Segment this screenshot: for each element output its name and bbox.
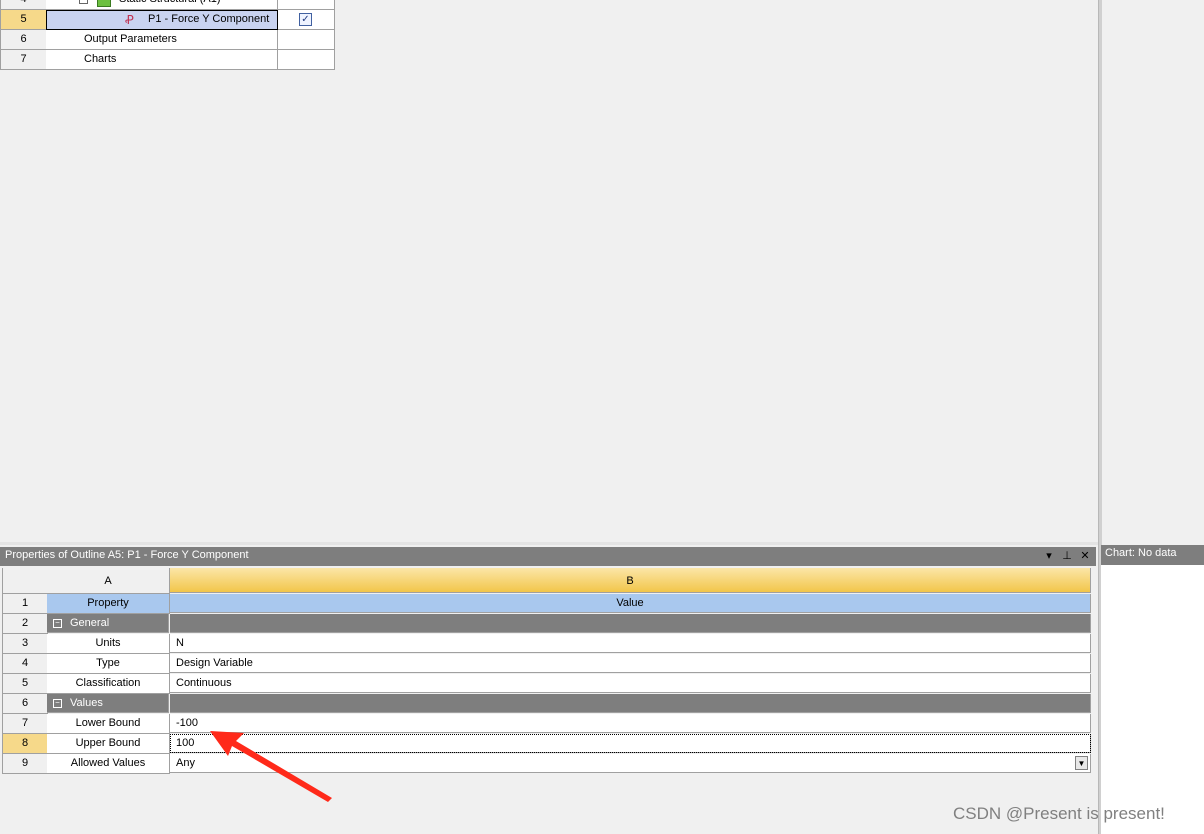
row-number: 4	[2, 654, 48, 674]
checkbox-checked[interactable]: ✓	[299, 13, 312, 26]
table-row: 5 Classification Continuous	[2, 674, 1092, 694]
row-number: 5	[2, 674, 48, 694]
row-number: 2	[2, 614, 48, 634]
outline-item-label: P1 - Force Y Component	[148, 13, 270, 25]
outline-cell: − Static Structural (A1)	[46, 0, 278, 10]
outline-check-cell	[278, 30, 335, 50]
property-name: Allowed Values	[47, 754, 170, 774]
property-name: Type	[47, 654, 170, 674]
watermark: CSDN @Present is present!	[953, 804, 1165, 823]
chart-panel-title: Chart: No data	[1101, 545, 1204, 565]
row-number: 5	[0, 10, 47, 30]
row-number: 7	[0, 50, 47, 70]
properties-panel-header: Properties of Outline A5: P1 - Force Y C…	[0, 547, 1096, 566]
property-name: Upper Bound	[47, 734, 170, 754]
chart-panel	[1101, 565, 1204, 834]
corner-cell	[2, 568, 48, 594]
table-row: 3 Units N	[2, 634, 1092, 654]
group-row-general[interactable]: 2 − General	[2, 614, 1092, 634]
row-number: 9	[2, 754, 48, 774]
outline-row-charts[interactable]: 7 Charts	[0, 50, 335, 70]
row-number: 4	[0, 0, 47, 10]
outline-check-cell: ✓	[278, 10, 335, 30]
property-name: Units	[47, 634, 170, 654]
property-name: Lower Bound	[47, 714, 170, 734]
collapse-icon[interactable]: −	[53, 619, 62, 628]
table-row: 8 Upper Bound 100	[2, 734, 1092, 754]
outline-cell: Ꝓ P1 - Force Y Component	[46, 10, 278, 30]
row-number: 6	[2, 694, 48, 714]
value-header: Value	[170, 594, 1091, 613]
group-row-values[interactable]: 6 − Values	[2, 694, 1092, 714]
property-value[interactable]: Continuous	[170, 674, 1091, 693]
column-header-a[interactable]: A	[47, 568, 170, 594]
pin-icon[interactable]: ⊥	[1062, 548, 1072, 565]
group-label-cell: − General	[47, 614, 169, 633]
outline-item-label: Static Structural (A1)	[119, 0, 220, 9]
row-number: 3	[2, 634, 48, 654]
close-icon[interactable]: ✕	[1080, 548, 1090, 565]
column-header-b[interactable]: B	[170, 568, 1091, 593]
static-structural-icon	[97, 0, 111, 7]
dropdown-arrow-icon[interactable]: ▾	[1044, 548, 1054, 565]
outline-cell: Output Parameters	[46, 30, 278, 50]
collapse-icon[interactable]: −	[53, 699, 62, 708]
row-number: 8	[2, 734, 48, 754]
property-value[interactable]: N	[170, 634, 1091, 653]
table-row: 7 Lower Bound -100	[2, 714, 1092, 734]
outline-item-label: Output Parameters	[84, 33, 177, 45]
row-number: 6	[0, 30, 47, 50]
group-label: General	[70, 617, 110, 629]
outline-cell: Charts	[46, 50, 278, 70]
collapse-icon[interactable]: −	[79, 0, 88, 4]
lower-bound-input[interactable]: -100	[170, 714, 1091, 733]
column-header-row: A B	[2, 568, 1092, 594]
parameter-icon: Ꝓ	[125, 13, 134, 27]
properties-panel-title: Properties of Outline A5: P1 - Force Y C…	[5, 549, 249, 561]
dropdown-arrow-icon[interactable]: ▼	[1075, 756, 1088, 770]
row-number: 1	[2, 594, 48, 614]
outline-check-cell	[278, 50, 335, 70]
outline-row-p1-force[interactable]: 5 Ꝓ P1 - Force Y Component ✓	[0, 10, 335, 30]
group-label: Values	[70, 697, 103, 709]
outline-check-cell	[278, 0, 335, 10]
property-header: Property	[47, 594, 170, 614]
row-number: 7	[2, 714, 48, 734]
outline-row-static-structural[interactable]: 4 − Static Structural (A1)	[0, 0, 335, 10]
horizontal-splitter[interactable]	[0, 542, 1098, 545]
outline-row-output-parameters[interactable]: 6 Output Parameters	[0, 30, 335, 50]
table-row: 4 Type Design Variable	[2, 654, 1092, 674]
selected-value: Any	[176, 757, 195, 769]
table-row: 9 Allowed Values Any ▼	[2, 754, 1092, 774]
allowed-values-select[interactable]: Any ▼	[170, 754, 1091, 773]
property-name: Classification	[47, 674, 170, 694]
property-value[interactable]: Design Variable	[170, 654, 1091, 673]
group-label-cell: − Values	[47, 694, 169, 713]
outline-item-label: Charts	[84, 53, 117, 65]
group-fill	[170, 694, 1091, 713]
upper-bound-input[interactable]: 100	[170, 734, 1091, 753]
group-fill	[170, 614, 1091, 633]
table-row: 1 Property Value	[2, 594, 1092, 614]
